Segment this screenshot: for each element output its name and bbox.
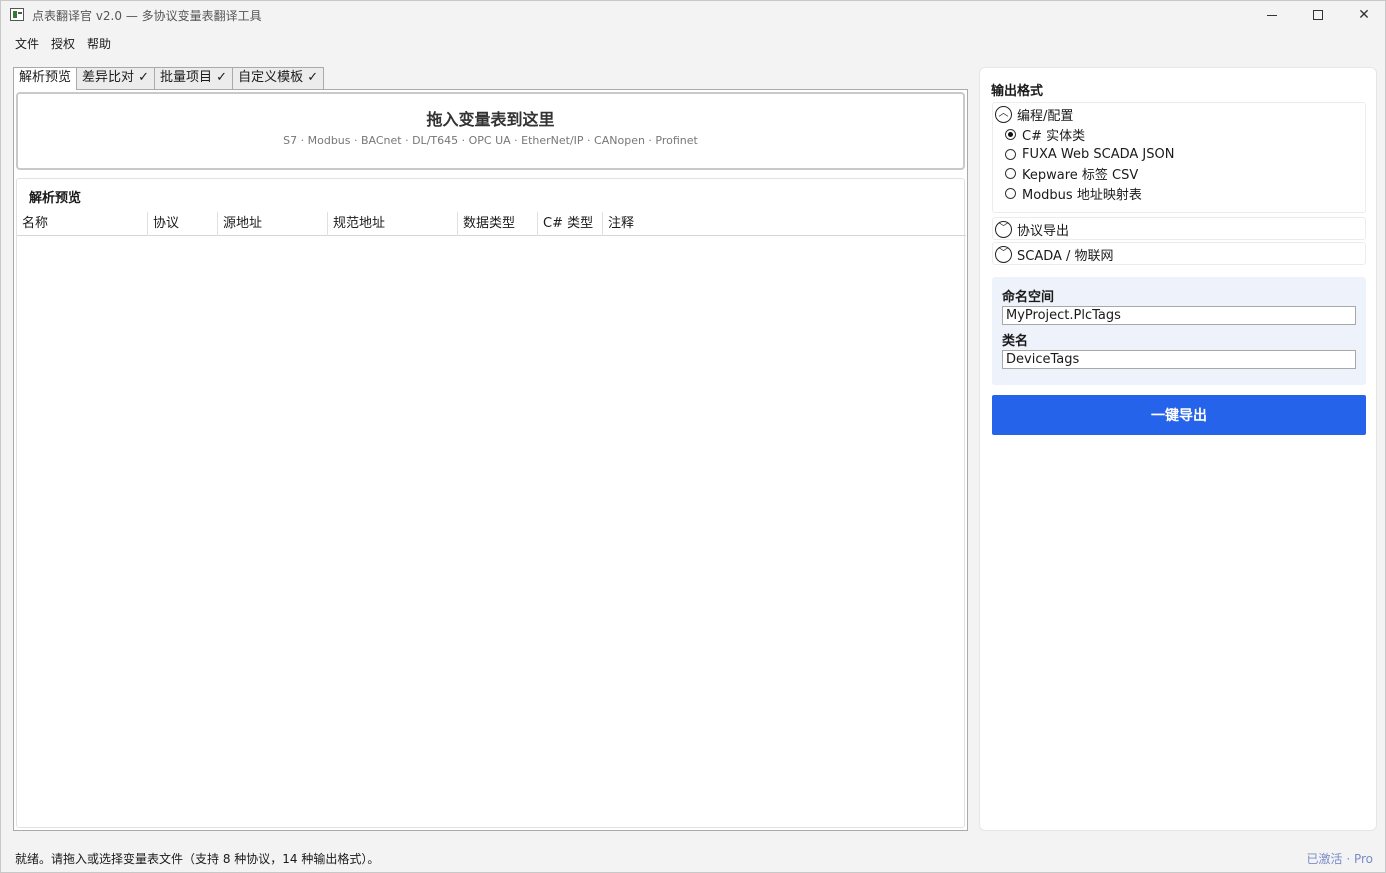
column-header-source-address[interactable]: 源地址: [218, 212, 328, 236]
output-settings-panel: 输出格式 ︿ 编程/配置 C# 实体类 FUXA Web SCADA JSON …: [979, 67, 1377, 831]
column-header-normalized-address[interactable]: 规范地址: [328, 212, 458, 236]
radio-unchecked[interactable]: [1005, 148, 1016, 160]
status-message: 就绪。请拖入或选择变量表文件（支持 8 种协议，14 种输出格式）。: [15, 851, 380, 866]
namespace-input[interactable]: [1002, 306, 1356, 325]
menu-help[interactable]: 帮助: [81, 35, 117, 52]
title-bar[interactable]: 点表翻译官 v2.0 — 多协议变量表翻译工具 ✕: [1, 1, 1385, 29]
chevron-down-icon: ﹀: [995, 220, 1012, 238]
close-button[interactable]: ✕: [1341, 1, 1386, 29]
chevron-down-icon: ﹀: [995, 245, 1012, 263]
radio-unchecked[interactable]: [1005, 187, 1016, 199]
group-programming-config-header[interactable]: ︿ 编程/配置: [993, 103, 1365, 125]
minimize-button[interactable]: [1249, 1, 1295, 29]
radio-checked[interactable]: [1005, 129, 1016, 141]
menu-file[interactable]: 文件: [9, 35, 45, 52]
preview-title: 解析预览: [29, 191, 82, 206]
group-programming-config: ︿ 编程/配置 C# 实体类 FUXA Web SCADA JSON Kepwa…: [992, 102, 1366, 213]
minimize-icon: [1267, 14, 1277, 16]
option-kepware-csv[interactable]: Kepware 标签 CSV: [993, 164, 1365, 184]
column-header-data-type[interactable]: 数据类型: [458, 212, 538, 236]
tab-batch-project[interactable]: 批量项目 ✓: [154, 67, 234, 89]
column-header-comment[interactable]: 注释: [603, 212, 966, 236]
maximize-button[interactable]: [1295, 1, 1341, 29]
option-label: Kepware 标签 CSV: [1022, 168, 1139, 184]
option-modbus-map[interactable]: Modbus 地址映射表: [993, 184, 1365, 204]
option-label: Modbus 地址映射表: [1022, 187, 1142, 203]
group-scada-iot-header[interactable]: ﹀ SCADA / 物联网: [993, 243, 1365, 265]
tab-bar: 解析预览 差异比对 ✓ 批量项目 ✓ 自定义模板 ✓: [13, 67, 325, 90]
tab-parse-preview[interactable]: 解析预览: [13, 67, 78, 90]
column-header-name[interactable]: 名称: [17, 212, 148, 236]
menu-license[interactable]: 授权: [45, 35, 81, 52]
group-scada-iot[interactable]: ﹀ SCADA / 物联网: [992, 242, 1366, 265]
option-fuxa-json[interactable]: FUXA Web SCADA JSON: [993, 145, 1365, 165]
menu-bar: 文件 授权 帮助: [1, 31, 1385, 55]
option-csharp-class[interactable]: C# 实体类: [993, 125, 1365, 145]
chevron-up-icon: ︿: [995, 105, 1012, 123]
column-header-protocol[interactable]: 协议: [148, 212, 218, 236]
one-click-export-button[interactable]: 一键导出: [992, 395, 1366, 435]
close-icon: ✕: [1358, 7, 1370, 23]
radio-unchecked[interactable]: [1005, 168, 1016, 180]
parse-preview-panel: 拖入变量表到这里 S7 · Modbus · BACnet · DL/T645 …: [13, 89, 968, 831]
status-bar: 就绪。请拖入或选择变量表文件（支持 8 种协议，14 种输出格式）。 已激活 ·…: [1, 844, 1385, 872]
tab-diff-compare[interactable]: 差异比对 ✓: [76, 67, 156, 89]
class-name-label: 类名: [1002, 334, 1029, 349]
output-format-title: 输出格式: [991, 84, 1044, 99]
window-title: 点表翻译官 v2.0 — 多协议变量表翻译工具: [32, 9, 262, 23]
maximize-icon: [1313, 10, 1323, 20]
license-status: 已激活 · Pro: [1306, 851, 1373, 866]
preview-table-container: 解析预览 名称 协议 源地址 规范地址 数据类型 C# 类型 注释: [16, 178, 966, 828]
class-name-input[interactable]: [1002, 350, 1356, 369]
option-label: C# 实体类: [1022, 129, 1086, 145]
naming-settings: 命名空间 类名: [992, 277, 1366, 385]
group-label: 编程/配置: [1017, 108, 1074, 124]
tab-custom-template[interactable]: 自定义模板 ✓: [232, 67, 325, 89]
dropzone-title: 拖入变量表到这里: [426, 110, 555, 129]
app-icon: [10, 8, 24, 21]
namespace-label: 命名空间: [1002, 290, 1055, 305]
option-label: FUXA Web SCADA JSON: [1022, 146, 1175, 162]
column-header-csharp-type[interactable]: C# 类型: [538, 212, 603, 236]
table-header: 名称 协议 源地址 规范地址 数据类型 C# 类型 注释: [17, 212, 966, 236]
file-dropzone[interactable]: 拖入变量表到这里 S7 · Modbus · BACnet · DL/T645 …: [16, 92, 965, 170]
app-window: 点表翻译官 v2.0 — 多协议变量表翻译工具 ✕ 文件 授权 帮助 解析预览 …: [0, 0, 1386, 873]
group-protocol-export-header[interactable]: ﹀ 协议导出: [993, 218, 1365, 240]
group-protocol-export[interactable]: ﹀ 协议导出: [992, 217, 1366, 240]
group-label: 协议导出: [1017, 223, 1070, 239]
group-label: SCADA / 物联网: [1017, 248, 1114, 264]
dropzone-protocols: S7 · Modbus · BACnet · DL/T645 · OPC UA …: [283, 134, 698, 147]
